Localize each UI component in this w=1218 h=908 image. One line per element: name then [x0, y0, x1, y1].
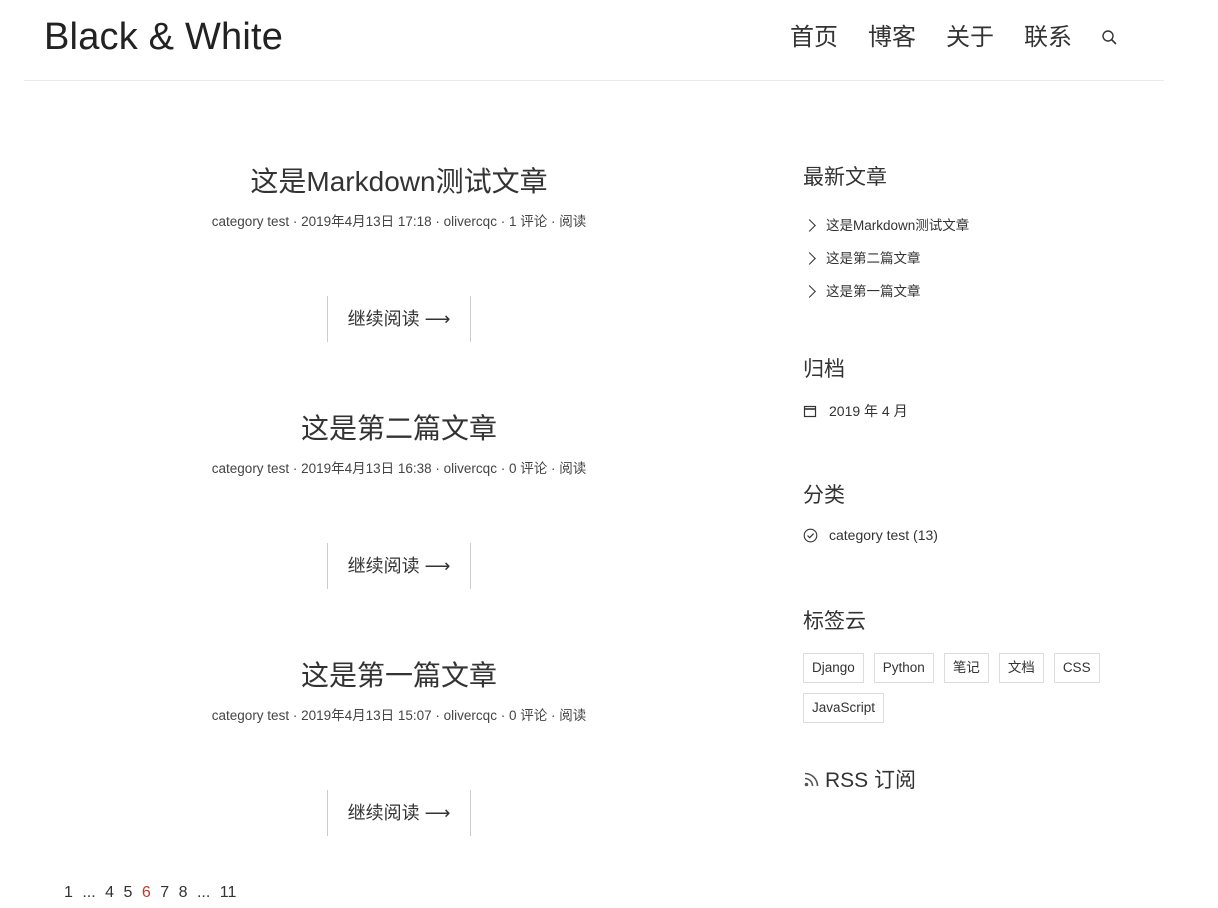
- page-ellipsis: ...: [196, 884, 211, 901]
- archive-link[interactable]: 2019 年 4 月: [829, 401, 908, 421]
- recent-post-link[interactable]: 这是Markdown测试文章: [826, 209, 969, 242]
- post-card: 这是第二篇文章 category test · 2019年4月13日 16:38…: [100, 409, 698, 589]
- recent-post-link[interactable]: 这是第二篇文章: [826, 242, 921, 275]
- tag-link[interactable]: 笔记: [943, 653, 989, 683]
- widget-rss: RSS 订阅: [803, 764, 1163, 794]
- main-nav: 首页 博客 关于 联系: [790, 18, 1120, 58]
- read-more-label: 继续阅读: [347, 309, 420, 329]
- list-item: 这是Markdown测试文章: [803, 209, 1163, 242]
- page-link[interactable]: 4: [105, 884, 114, 901]
- page-ellipsis: ...: [82, 884, 96, 901]
- post-card: 这是Markdown测试文章 category test · 2019年4月13…: [100, 162, 698, 342]
- rss-link[interactable]: RSS 订阅: [803, 764, 1163, 794]
- arrow-right-icon: ⟶: [424, 803, 451, 823]
- widget-recent-posts: 最新文章 这是Markdown测试文章 这是第二篇文章 这是第一篇文章: [803, 163, 1163, 308]
- widget-title: 分类: [803, 484, 845, 507]
- page-link[interactable]: 5: [124, 884, 133, 901]
- page-link[interactable]: 11: [220, 884, 237, 901]
- page-link[interactable]: 7: [160, 884, 169, 901]
- post-comments[interactable]: 0 评论: [509, 708, 547, 723]
- post-title[interactable]: 这是Markdown测试文章: [100, 162, 698, 202]
- post-category[interactable]: category test: [212, 461, 289, 476]
- post-title[interactable]: 这是第一篇文章: [100, 656, 698, 696]
- search-icon[interactable]: [1100, 28, 1120, 48]
- read-more-button[interactable]: 继续阅读 ⟶: [326, 543, 472, 589]
- read-more-button[interactable]: 继续阅读 ⟶: [326, 790, 472, 836]
- category-link[interactable]: category test (13): [829, 527, 938, 543]
- nav-item-about[interactable]: 关于: [946, 18, 994, 58]
- recent-post-link[interactable]: 这是第一篇文章: [826, 275, 921, 308]
- chevron-right-icon: [803, 285, 816, 298]
- post-category[interactable]: category test: [212, 708, 289, 723]
- chevron-right-icon: [803, 219, 816, 232]
- rss-icon: [803, 770, 821, 788]
- site-title[interactable]: Black & White: [44, 12, 283, 62]
- page-current: 6: [141, 884, 151, 901]
- tag-link[interactable]: Python: [873, 653, 934, 683]
- post-meta: category test · 2019年4月13日 16:38 · olive…: [211, 461, 587, 476]
- post-date[interactable]: 2019年4月13日 15:07: [301, 708, 432, 723]
- post-title[interactable]: 这是第二篇文章: [100, 409, 698, 449]
- archive-item: 2019 年 4 月: [803, 401, 1163, 421]
- post-card: 这是第一篇文章 category test · 2019年4月13日 15:07…: [100, 656, 698, 836]
- rss-label: RSS 订阅: [825, 769, 917, 792]
- post-author[interactable]: olivercqc: [444, 708, 497, 723]
- tag-link[interactable]: 文档: [998, 653, 1044, 683]
- header-divider: [24, 80, 1164, 81]
- post-date[interactable]: 2019年4月13日 16:38: [301, 461, 432, 476]
- post-views[interactable]: 阅读: [559, 708, 586, 723]
- widget-categories: 分类 category test (13): [803, 481, 1163, 543]
- post-comments[interactable]: 0 评论: [509, 461, 547, 476]
- recent-posts-list: 这是Markdown测试文章 这是第二篇文章 这是第一篇文章: [803, 209, 1163, 308]
- widget-tag-cloud: 标签云 Django Python 笔记 文档 CSS JavaScript: [803, 607, 1163, 733]
- post-comments[interactable]: 1 评论: [509, 214, 547, 229]
- check-circle-icon: [803, 528, 818, 543]
- arrow-right-icon: ⟶: [424, 556, 451, 576]
- nav-item-home[interactable]: 首页: [790, 18, 838, 58]
- post-views[interactable]: 阅读: [559, 214, 586, 229]
- read-more-label: 继续阅读: [347, 556, 420, 576]
- tag-link[interactable]: Django: [803, 653, 864, 683]
- page-link[interactable]: 1: [64, 884, 73, 901]
- widget-title: 归档: [803, 358, 845, 381]
- post-date[interactable]: 2019年4月13日 17:18: [301, 214, 432, 229]
- tag-link[interactable]: CSS: [1053, 653, 1100, 683]
- tag-link[interactable]: JavaScript: [803, 693, 885, 723]
- list-item: 这是第二篇文章: [803, 242, 1163, 275]
- nav-item-contact[interactable]: 联系: [1024, 18, 1072, 58]
- category-item: category test (13): [803, 527, 1163, 543]
- arrow-right-icon: ⟶: [424, 309, 451, 329]
- list-item: 这是第一篇文章: [803, 275, 1163, 308]
- nav-item-blog[interactable]: 博客: [868, 18, 916, 58]
- read-more-button[interactable]: 继续阅读 ⟶: [326, 296, 472, 342]
- tag-cloud: Django Python 笔记 文档 CSS JavaScript: [803, 653, 1133, 733]
- chevron-right-icon: [803, 252, 816, 265]
- calendar-icon: [803, 404, 817, 418]
- post-views[interactable]: 阅读: [559, 461, 586, 476]
- read-more-label: 继续阅读: [347, 803, 420, 823]
- widget-title: 标签云: [803, 610, 866, 633]
- post-author[interactable]: olivercqc: [444, 461, 497, 476]
- post-meta: category test · 2019年4月13日 17:18 · olive…: [211, 214, 587, 229]
- page: Black & White 首页 博客 关于 联系 这是Markdown测试文章…: [0, 0, 1218, 908]
- pagination: 1 ... 4 5 6 7 8 ... 11: [64, 882, 241, 904]
- widget-archive: 归档 2019 年 4 月: [803, 355, 1163, 421]
- post-category[interactable]: category test: [212, 214, 289, 229]
- widget-title: 最新文章: [803, 166, 887, 189]
- page-link[interactable]: 8: [179, 884, 188, 901]
- post-author[interactable]: olivercqc: [444, 214, 497, 229]
- post-meta: category test · 2019年4月13日 15:07 · olive…: [211, 708, 587, 723]
